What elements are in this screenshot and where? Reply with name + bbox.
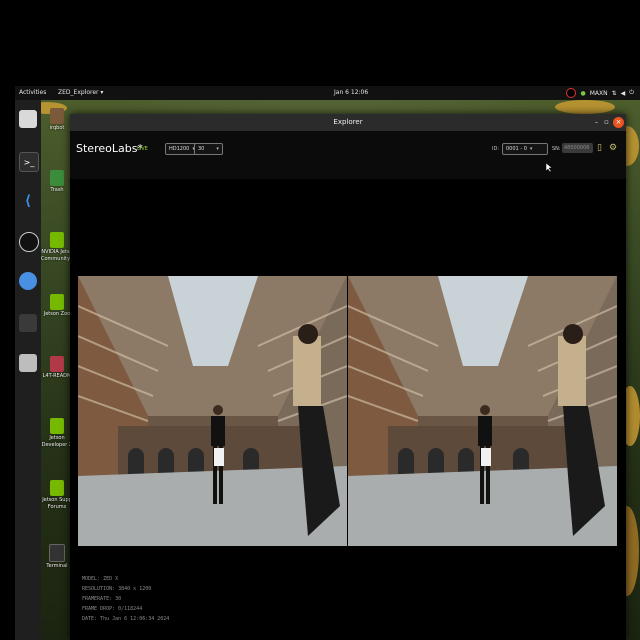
app-menu[interactable]: ZED_Explorer ▾ <box>58 89 103 96</box>
power-icon[interactable]: ⏻ <box>629 89 634 97</box>
desktop-icon-label: Terminal <box>46 563 68 569</box>
window-title: Explorer <box>333 118 363 126</box>
drive-icon[interactable] <box>19 354 37 372</box>
left-camera-image <box>78 276 347 546</box>
vscode-icon[interactable]: ⟨ <box>19 192 37 210</box>
info-resolution: RESOLUTION: 3840 x 1200 <box>82 586 152 592</box>
system-topbar: Activities ZED_Explorer ▾ Jan 6 12:06 ● … <box>15 86 640 100</box>
desktop-icon[interactable]: Trash <box>41 170 73 194</box>
close-icon[interactable]: × <box>613 117 624 128</box>
fps-select-value: 30 <box>198 146 205 152</box>
terminal-icon[interactable]: >_ <box>19 152 39 172</box>
app-grid-icon[interactable] <box>19 314 37 332</box>
desktop-icon[interactable]: irqbot <box>41 108 73 132</box>
wallpaper-leaf <box>555 100 615 114</box>
nvidia-icon <box>50 418 64 434</box>
window-titlebar[interactable]: Explorer – ▫ × <box>70 114 626 131</box>
fps-select[interactable]: 30 ▾ <box>194 143 223 155</box>
desktop-icon[interactable]: NVIDIA Jetso Community F <box>41 232 74 263</box>
desktop-icon[interactable]: L4T-READM <box>41 356 73 380</box>
volume-icon[interactable]: ◀ <box>621 90 626 97</box>
desktop-icon[interactable]: Jetson Zoo <box>41 294 73 318</box>
camera-info-panel: MODEL: ZED X RESOLUTION: 3840 x 1200 FRA… <box>82 574 169 624</box>
chromium-icon[interactable] <box>19 272 37 290</box>
atrium-scene-left <box>78 276 347 546</box>
nvidia-icon <box>50 232 64 248</box>
nvidia-icon <box>50 480 64 496</box>
explorer-toolbar: StereoLabs* LIVE HD1200 ▾ 30 ▾ ID: 0001 - … <box>70 131 626 179</box>
nvidia-icon <box>50 294 64 310</box>
camera-id-select[interactable]: 0001 - 0 ▾ <box>502 143 548 155</box>
network-icon[interactable]: ⇅ <box>612 90 617 97</box>
desktop-icon-label: NVIDIA Jetso Community F <box>41 249 74 262</box>
activities-button[interactable]: Activities <box>19 89 46 96</box>
info-date: DATE: Thu Jan 6 12:06:34 2024 <box>82 616 170 622</box>
live-indicator: LIVE <box>137 146 148 152</box>
desktop-icon[interactable]: Jetson Supp Forums <box>41 480 73 511</box>
folder-icon <box>50 108 64 124</box>
info-frame-drop: FRAME DROP: 0/118244 <box>82 606 143 612</box>
trash-icon <box>50 170 64 186</box>
cursor-arrow-icon <box>545 162 553 173</box>
desktop-icon-label: Jetson Developer Z <box>41 435 73 448</box>
system-tray[interactable]: ● MAXN ⇅ ◀ ⏻ <box>566 88 634 98</box>
chevron-down-icon: ▾ <box>529 146 533 152</box>
desktop-icon-label: Jetson Supp Forums <box>42 497 72 510</box>
serial-number-field[interactable]: 48000006 <box>562 143 593 153</box>
desktop-icon-label: Jetson Zoo <box>43 311 71 317</box>
desktop-icon-label: irqbot <box>49 125 65 131</box>
power-mode-label[interactable]: MAXN <box>590 90 608 97</box>
refresh-icon[interactable]: ▯ <box>597 143 607 153</box>
info-model: MODEL: ZED X <box>82 576 119 582</box>
nvidia-icon[interactable] <box>566 88 577 98</box>
right-camera-image <box>348 276 617 546</box>
camera-id-label: ID: <box>492 146 500 152</box>
brand-logo: StereoLabs* <box>76 142 143 155</box>
resolution-select-value: HD1200 <box>169 146 190 152</box>
folder-icon <box>50 356 64 372</box>
maximize-icon[interactable]: ▫ <box>601 117 612 128</box>
clock[interactable]: Jan 6 12:06 <box>334 89 368 96</box>
desktop-icon[interactable]: Terminal <box>41 544 73 570</box>
chevron-down-icon: ▾ <box>216 146 219 152</box>
gear-icon[interactable]: ⚙ <box>609 143 619 153</box>
stereo-video-frame[interactable] <box>78 276 617 546</box>
serial-number-label: SN: <box>552 146 561 152</box>
desktop-icon-label: Trash <box>50 187 64 193</box>
files-icon[interactable] <box>19 110 37 128</box>
atrium-scene-right <box>348 276 617 546</box>
obs-icon[interactable] <box>19 232 39 252</box>
desktop-icon[interactable]: Jetson Developer Z <box>41 418 73 449</box>
video-viewer: MODEL: ZED X RESOLUTION: 3840 x 1200 FRA… <box>78 179 617 640</box>
desktop-icon-label: L4T-READM <box>42 373 72 379</box>
dock: >_ ⟨ <box>15 100 41 640</box>
terminal-icon <box>49 544 65 562</box>
explorer-window: Explorer – ▫ × StereoLabs* LIVE HD1200 ▾ … <box>70 114 626 640</box>
camera-id-select-value: 0001 - 0 <box>506 146 527 152</box>
power-mode-dot-icon: ● <box>580 89 586 97</box>
info-framerate: FRAMERATE: 30 <box>82 596 122 602</box>
